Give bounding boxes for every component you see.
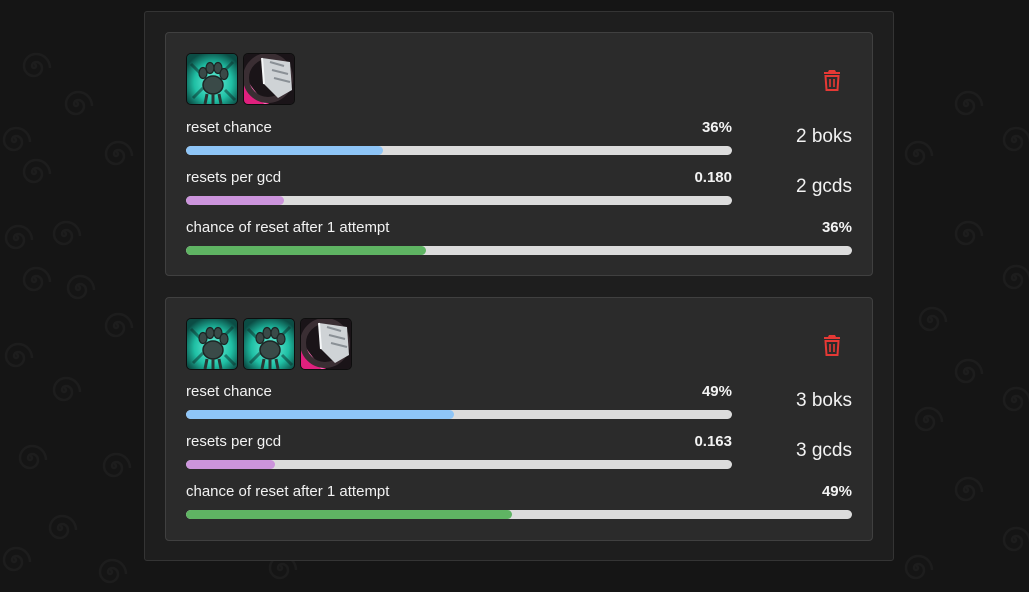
- swirl-icon: [1002, 526, 1029, 552]
- resets-per-gcd-bar: [186, 460, 732, 469]
- swirl-icon: [4, 342, 34, 368]
- spell-icon-group: [186, 53, 295, 105]
- swirl-icon: [904, 140, 934, 166]
- swirl-icon: [22, 158, 52, 184]
- reset-chance-bar-fill: [186, 410, 454, 419]
- swirl-icon: [104, 140, 134, 166]
- reset-chance-bar: [186, 146, 732, 155]
- attempt-chance-label: chance of reset after 1 attempt: [186, 219, 390, 236]
- attempt-chance-bar: [186, 246, 852, 255]
- swirl-icon: [18, 444, 48, 470]
- boks-count: 3 boks: [796, 390, 852, 411]
- swirl-icon: [954, 358, 984, 384]
- resets-per-gcd-bar-fill: [186, 460, 275, 469]
- reset-chance-value: 49%: [701, 383, 732, 400]
- swirl-icon: [1002, 386, 1029, 412]
- swirl-icon: [4, 224, 34, 250]
- swirl-icon: [1002, 264, 1029, 290]
- swirl-icon: [52, 376, 82, 402]
- paw-spell-icon: [186, 318, 238, 370]
- reset-chance-bar-fill: [186, 146, 383, 155]
- delete-icon[interactable]: [823, 334, 841, 356]
- swirl-icon: [98, 558, 128, 584]
- reset-chance-bar: [186, 410, 732, 419]
- paw-spell-icon: [243, 318, 295, 370]
- attempt-chance-bar-fill: [186, 246, 426, 255]
- attempt-chance-value: 49%: [821, 483, 852, 500]
- blade-spell-icon: [300, 318, 352, 370]
- gcds-count: 3 gcds: [796, 440, 852, 461]
- attempt-chance-value: 36%: [821, 219, 852, 236]
- resets-per-gcd-value: 0.180: [694, 169, 732, 186]
- gcds-count: 2 gcds: [796, 176, 852, 197]
- swirl-icon: [64, 90, 94, 116]
- spell-icon-group: [186, 318, 352, 370]
- resets-per-gcd-label: resets per gcd: [186, 433, 282, 450]
- paw-spell-icon: [186, 53, 238, 105]
- swirl-icon: [2, 546, 32, 572]
- blade-spell-icon: [243, 53, 295, 105]
- swirl-icon: [954, 90, 984, 116]
- swirl-icon: [954, 220, 984, 246]
- swirl-icon: [52, 220, 82, 246]
- swirl-icon: [1002, 126, 1029, 152]
- swirl-icon: [22, 266, 52, 292]
- resets-per-gcd-label: resets per gcd: [186, 169, 282, 186]
- attempt-chance-label: chance of reset after 1 attempt: [186, 483, 390, 500]
- swirl-icon: [954, 476, 984, 502]
- swirl-icon: [102, 452, 132, 478]
- results-panel: reset chance 36% 2 boks resets per gcd 0…: [144, 11, 894, 561]
- combo-card: reset chance 49% 3 boks resets per gcd 0…: [165, 297, 873, 541]
- swirl-icon: [918, 306, 948, 332]
- reset-chance-label: reset chance: [186, 383, 272, 400]
- resets-per-gcd-bar-fill: [186, 196, 285, 205]
- reset-chance-value: 36%: [701, 119, 732, 136]
- combo-card: reset chance 36% 2 boks resets per gcd 0…: [165, 32, 873, 276]
- swirl-icon: [104, 312, 134, 338]
- swirl-icon: [904, 554, 934, 580]
- reset-chance-label: reset chance: [186, 119, 272, 136]
- swirl-icon: [914, 406, 944, 432]
- resets-per-gcd-value: 0.163: [694, 433, 732, 450]
- attempt-chance-bar-fill: [186, 510, 513, 519]
- delete-icon[interactable]: [823, 69, 841, 91]
- boks-count: 2 boks: [796, 126, 852, 147]
- swirl-icon: [48, 514, 78, 540]
- attempt-chance-bar: [186, 510, 852, 519]
- resets-per-gcd-bar: [186, 196, 732, 205]
- swirl-icon: [66, 274, 96, 300]
- swirl-icon: [22, 52, 52, 78]
